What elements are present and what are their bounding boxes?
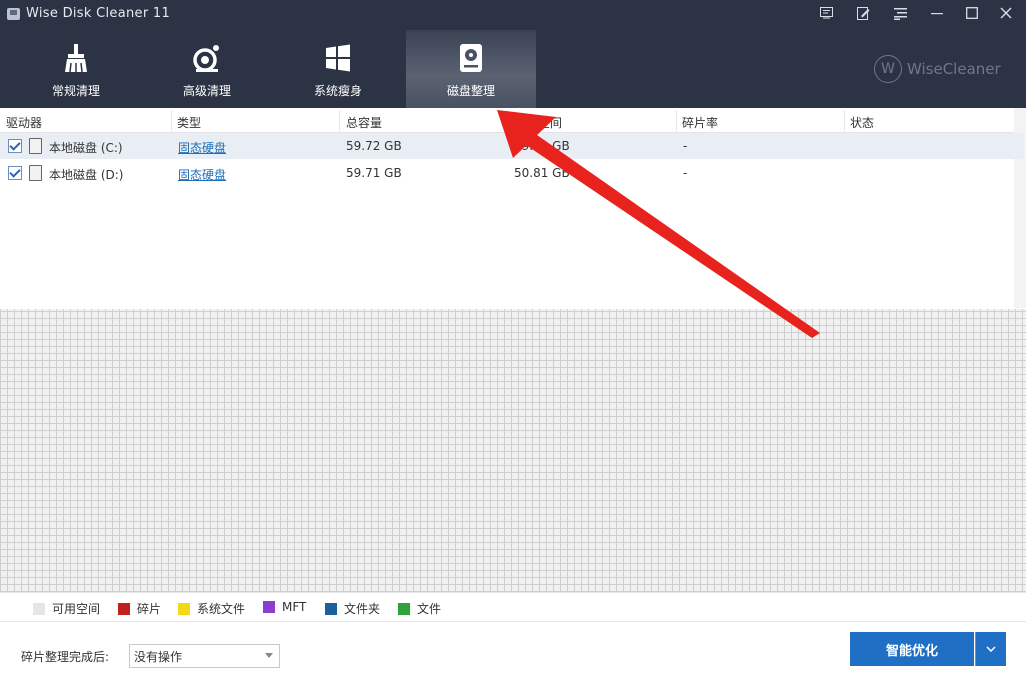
legend-swatch — [118, 602, 130, 615]
hard-drive-icon — [29, 165, 42, 181]
tab-disk-defrag[interactable]: 磁盘整理 — [406, 30, 536, 108]
after-defrag-select[interactable]: 没有操作 — [129, 644, 280, 668]
table-row[interactable]: 本地磁盘 (D:) 固态硬盘 59.71 GB 50.81 GB - — [0, 160, 1024, 186]
table-row[interactable]: 本地磁盘 (C:) 固态硬盘 59.72 GB 49.39 GB - — [0, 133, 1024, 159]
disk-defrag-icon — [455, 42, 487, 74]
tab-advanced-clean[interactable]: 高级清理 — [142, 30, 272, 108]
chevron-down-icon — [986, 646, 996, 652]
cluster-map — [0, 309, 1026, 592]
app-logo-icon — [7, 8, 20, 20]
after-defrag-label: 碎片整理完成后: — [21, 650, 110, 664]
brand-logo: W WiseCleaner — [874, 55, 1001, 83]
brand-logo-icon: W — [874, 55, 902, 83]
drive-name: 本地磁盘 (C:) — [49, 141, 123, 155]
advanced-clean-icon — [191, 42, 223, 74]
minimize-icon[interactable] — [926, 2, 948, 24]
legend-swatch — [178, 602, 190, 615]
column-frag[interactable]: 碎片率 — [682, 114, 718, 131]
column-status[interactable]: 状态 — [850, 114, 874, 131]
drive-name: 本地磁盘 (D:) — [49, 168, 124, 182]
drive-type-link[interactable]: 固态硬盘 — [178, 139, 226, 156]
legend-swatch — [398, 602, 410, 615]
column-free[interactable]: 可用空间 — [514, 114, 562, 131]
drive-total: 59.72 GB — [346, 139, 402, 153]
window-title: Wise Disk Cleaner 11 — [26, 6, 171, 21]
tab-label: 磁盘整理 — [446, 84, 495, 98]
smart-optimize-button[interactable]: 智能优化 — [850, 632, 974, 666]
legend-free: 可用空间 — [33, 600, 100, 617]
brand-name: WiseCleaner — [907, 60, 1001, 78]
broom-icon — [60, 42, 92, 74]
edit-icon[interactable] — [852, 2, 874, 24]
legend-mft: MFT — [263, 600, 306, 614]
drive-total: 59.71 GB — [346, 166, 402, 180]
app-header: Wise Disk Cleaner 11 常规清理 高级清理 系统瘦身 磁盘整理… — [0, 0, 1026, 108]
maximize-icon[interactable] — [961, 2, 983, 24]
close-icon[interactable] — [995, 2, 1017, 24]
column-type[interactable]: 类型 — [177, 114, 201, 131]
drive-free: 49.39 GB — [514, 139, 570, 153]
legend-swatch — [263, 601, 275, 613]
drive-type-link[interactable]: 固态硬盘 — [178, 166, 226, 183]
legend-system-files: 系统文件 — [178, 600, 245, 617]
drive-free: 50.81 GB — [514, 166, 570, 180]
column-total[interactable]: 总容量 — [346, 114, 382, 131]
legend-fragment: 碎片 — [118, 600, 161, 617]
drive-frag: - — [683, 166, 688, 180]
legend-folders: 文件夹 — [325, 600, 380, 617]
menu-icon[interactable] — [889, 2, 911, 24]
monitor-icon[interactable] — [815, 2, 837, 24]
windows-icon — [322, 42, 354, 74]
drive-checkbox[interactable] — [8, 166, 22, 180]
legend-swatch — [33, 602, 45, 615]
table-header: 驱动器 类型 总容量 可用空间 碎片率 状态 — [0, 110, 1014, 133]
drive-checkbox[interactable] — [8, 139, 22, 153]
tab-label: 常规清理 — [51, 84, 100, 98]
hard-drive-icon — [29, 138, 42, 154]
cluster-legend: 可用空间 碎片 系统文件 MFT 文件夹 文件 — [0, 592, 1026, 622]
legend-swatch — [325, 602, 337, 615]
column-drive[interactable]: 驱动器 — [6, 114, 42, 131]
tab-regular-clean[interactable]: 常规清理 — [11, 30, 141, 108]
chevron-down-icon — [265, 653, 273, 658]
after-defrag-value: 没有操作 — [134, 650, 183, 664]
tab-system-slim[interactable]: 系统瘦身 — [273, 30, 403, 108]
drive-frag: - — [683, 139, 688, 153]
optimize-dropdown-button[interactable] — [975, 632, 1006, 666]
legend-files: 文件 — [398, 600, 441, 617]
tab-label: 高级清理 — [182, 84, 231, 98]
tab-label: 系统瘦身 — [313, 84, 362, 98]
